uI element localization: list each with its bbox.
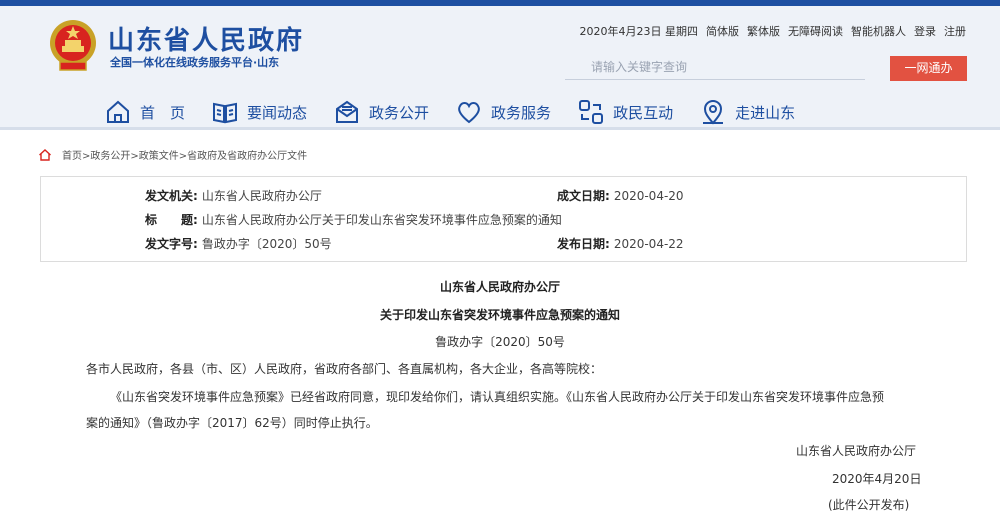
title-label: 标 题:: [145, 213, 198, 227]
nav-open-affairs[interactable]: 政务公开: [333, 94, 429, 130]
doc-publish-note: (此件公开发布): [828, 498, 910, 512]
robot-link[interactable]: 智能机器人: [851, 23, 906, 39]
main-nav: 首 页 要闻动态 政务公开 政务服务 政民互动 走进山东: [104, 94, 821, 130]
nav-interaction[interactable]: 政民互动: [577, 94, 673, 130]
book-icon: [213, 102, 238, 124]
docno-value: 鲁政办字〔2020〕50号: [201, 237, 332, 251]
national-emblem-icon: [50, 20, 96, 71]
site-header: 山东省人民政府 全国一体化在线政务服务平台·山东 2020年4月23日 星期四 …: [0, 6, 1000, 130]
heart-icon: [458, 102, 480, 124]
current-date: 2020年4月23日 星期四: [579, 25, 699, 38]
nav-news[interactable]: 要闻动态: [211, 94, 307, 130]
top-links: 2020年4月23日 星期四 简体版 繁体版 无障碍阅读 智能机器人 登录 注册: [580, 23, 967, 39]
docno-label: 发文字号:: [145, 237, 198, 251]
breadcrumb-path[interactable]: 首页>政务公开>政策文件>省政府及省政府办公厅文件: [62, 147, 307, 162]
nav-about-shandong[interactable]: 走进山东: [699, 94, 795, 130]
interact-icon: [579, 100, 604, 124]
register-link[interactable]: 注册: [944, 23, 966, 39]
title-value: 山东省人民政府办公厅关于印发山东省突发环境事件应急预案的通知: [201, 213, 562, 227]
accessibility-link[interactable]: 无障碍阅读: [788, 23, 843, 39]
site-title[interactable]: 山东省人民政府: [108, 20, 304, 57]
mail-icon: [336, 100, 359, 123]
publish-date-label: 发布日期:: [557, 237, 610, 251]
nav-label: 首 页: [140, 103, 186, 122]
issuer-label: 发文机关:: [145, 189, 198, 203]
traditional-chinese-link[interactable]: 繁体版: [747, 23, 780, 39]
nav-home[interactable]: 首 页: [104, 94, 185, 130]
doc-paragraph-line: 案的通知》（鲁政办字〔2017〕62号）同时停止执行。: [86, 416, 378, 430]
publish-date-value: 2020-04-22: [613, 237, 684, 251]
simplified-chinese-link[interactable]: 简体版: [706, 23, 739, 39]
doc-sign-date: 2020年4月20日: [832, 472, 922, 486]
location-icon: [703, 99, 724, 125]
made-date-value: 2020-04-20: [613, 189, 684, 203]
home-icon: [39, 148, 51, 161]
nav-label: 政务服务: [491, 103, 552, 122]
nav-label: 要闻动态: [247, 103, 308, 122]
search-input[interactable]: [565, 56, 865, 78]
doc-title: 关于印发山东省突发环境事件应急预案的通知: [379, 308, 620, 322]
nav-label: 政务公开: [369, 103, 430, 122]
nav-label: 走进山东: [735, 103, 796, 122]
home-icon: [107, 100, 129, 123]
made-date-label: 成文日期:: [557, 189, 610, 203]
nav-label: 政民互动: [613, 103, 674, 122]
one-net-button[interactable]: 一网通办: [890, 56, 967, 81]
document-meta-box: 发文机关: 山东省人民政府办公厅 成文日期: 2020-04-20 标 题: 山东省人…: [40, 176, 967, 262]
nav-services[interactable]: 政务服务: [455, 94, 551, 130]
doc-addressee: 各市人民政府，各县（市、区）人民政府，省政府各部门、各直属机构，各大企业，各高等…: [86, 362, 603, 376]
site-subtitle[interactable]: 全国一体化在线政务服务平台·山东: [110, 54, 279, 70]
login-link[interactable]: 登录: [914, 23, 936, 39]
search-box: [565, 56, 865, 80]
doc-paragraph-line: 《山东省突发环境事件应急预案》已经省政府同意，现印发给你们，请认真组织实施。《山…: [110, 390, 885, 404]
issuer-value: 山东省人民政府办公厅: [201, 189, 322, 203]
doc-org: 山东省人民政府办公厅: [439, 280, 560, 294]
doc-sign-org: 山东省人民政府办公厅: [796, 444, 917, 458]
breadcrumb: 首页>政务公开>政策文件>省政府及省政府办公厅文件: [38, 147, 307, 162]
doc-number: 鲁政办字〔2020〕50号: [435, 335, 565, 349]
